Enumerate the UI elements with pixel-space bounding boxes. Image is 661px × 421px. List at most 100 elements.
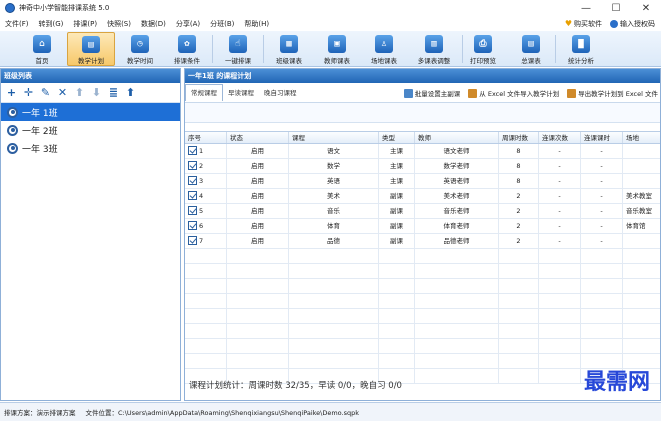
empty-cell xyxy=(581,309,623,323)
teaching-time-label: 教学时间 xyxy=(127,57,153,65)
empty-cell xyxy=(379,294,415,308)
table-row[interactable]: 5 启用 音乐 副课 音乐老师 2- - 音乐教室 xyxy=(185,204,660,219)
heart-icon: ♥ xyxy=(564,19,572,28)
enable-checkbox[interactable] xyxy=(188,206,197,215)
class-list-item[interactable]: 一年 3班 xyxy=(1,139,180,157)
table-row[interactable]: 3 启用 英语 主课 英语老师 8- - xyxy=(185,174,660,189)
enable-checkbox[interactable] xyxy=(188,191,197,200)
maximize-button[interactable]: ☐ xyxy=(601,0,631,16)
column-header[interactable]: 状态 xyxy=(227,132,289,143)
menu-schedule[interactable]: 排课(P) xyxy=(68,19,102,29)
empty-table-row xyxy=(185,294,660,309)
auth-code-label: 输入授权码 xyxy=(620,19,655,28)
column-header[interactable]: 场地 xyxy=(623,132,660,143)
move-down-icon[interactable]: ⬇ xyxy=(90,86,103,99)
venue-cell xyxy=(623,159,660,173)
table-row[interactable]: 4 启用 美术 副课 美术老师 2- - 美术教室 xyxy=(185,189,660,204)
table-row[interactable]: 6 启用 体育 副课 体育老师 2- - 体育馆 xyxy=(185,219,660,234)
column-header[interactable]: 连课课时 xyxy=(581,132,623,143)
move-top-icon[interactable]: ⬆ xyxy=(124,86,137,99)
teaching-time-button[interactable]: ◷ 教学时间 xyxy=(118,32,162,66)
delete-class-icon[interactable]: ✕ xyxy=(56,86,69,99)
statistics-label: 统计分析 xyxy=(568,57,594,65)
multi-adjust-icon: ▥ xyxy=(425,35,443,53)
empty-cell xyxy=(289,324,379,338)
teacher-cell: 品德老师 xyxy=(415,234,499,248)
auth-code-link[interactable]: 输入授权码 xyxy=(610,19,655,29)
menu-snapshot[interactable]: 快照(S) xyxy=(102,19,136,29)
table-row[interactable]: 2 启用 数学 主课 数学老师 8- - xyxy=(185,159,660,174)
sort-icon[interactable]: ≣ xyxy=(107,86,120,99)
status-cell: 启用 xyxy=(227,189,289,203)
teacher-cell: 语文老师 xyxy=(415,144,499,158)
teacher-cell: 音乐老师 xyxy=(415,204,499,218)
minimize-button[interactable]: — xyxy=(571,0,601,16)
menu-file[interactable]: 文件(F) xyxy=(0,19,34,29)
batch-set-main-button[interactable]: 批量设置主副课 xyxy=(403,88,460,98)
teacher-timetable-label: 教师课表 xyxy=(324,57,350,65)
weekly-hours-cell: 2 xyxy=(499,219,539,233)
menu-goto[interactable]: 转到(G) xyxy=(34,19,69,29)
multi-timetable-adjust-button[interactable]: ▥ 多课表调整 xyxy=(409,32,459,66)
class-name: 一年 1班 xyxy=(22,108,58,119)
empty-cell xyxy=(623,279,660,293)
course-cell: 体育 xyxy=(289,219,379,233)
master-timetable-button[interactable]: ▤ 总课表 xyxy=(514,32,548,66)
column-header[interactable]: 教师 xyxy=(415,132,499,143)
column-header[interactable]: 序号 xyxy=(185,132,227,143)
column-header[interactable]: 类型 xyxy=(379,132,415,143)
enable-checkbox[interactable] xyxy=(188,146,197,155)
teacher-timetable-button[interactable]: ▣ 教师课表 xyxy=(315,32,359,66)
empty-cell xyxy=(623,309,660,323)
main-toolbar: ⌂ 首页 ▤ 教学计划 ◷ 教学时间 ✿ 排课条件 ☝ 一键排课 ▦ 班级课表 … xyxy=(0,31,661,67)
row-number-cell: 3 xyxy=(185,174,227,188)
move-up-icon[interactable]: ⬆ xyxy=(73,86,86,99)
class-list-item[interactable]: 一年 2班 xyxy=(1,121,180,139)
import-excel-button[interactable]: 从 Excel 文件导入教学计划 xyxy=(468,88,559,98)
teacher-cell: 数学老师 xyxy=(415,159,499,173)
table-row[interactable]: 7 启用 品德 副课 品德老师 2- - xyxy=(185,234,660,249)
table-header: 序号 状态 课程 类型 教师 周课时数 连课次数 连课课时 场地 xyxy=(185,131,660,144)
class-timetable-button[interactable]: ▦ 班级课表 xyxy=(267,32,311,66)
consecutive-times-cell: - xyxy=(539,174,581,188)
enable-checkbox[interactable] xyxy=(188,236,197,245)
one-click-schedule-button[interactable]: ☝ 一键排课 xyxy=(216,32,260,66)
statistics-button[interactable]: ▇ 统计分析 xyxy=(561,32,601,66)
venue-cell xyxy=(623,144,660,158)
export-excel-button[interactable]: 导出教学计划到 Excel 文件 xyxy=(567,88,658,98)
row-number-cell: 6 xyxy=(185,219,227,233)
table-row[interactable]: 1 启用 语文 主课 语文老师 8- - xyxy=(185,144,660,159)
column-header[interactable]: 周课时数 xyxy=(499,132,539,143)
column-header[interactable]: 连课次数 xyxy=(539,132,581,143)
enable-checkbox[interactable] xyxy=(188,161,197,170)
buy-software-link[interactable]: ♥ 购买软件 xyxy=(565,19,602,29)
empty-cell xyxy=(379,279,415,293)
schedule-conditions-button[interactable]: ✿ 排课条件 xyxy=(165,32,209,66)
empty-cell xyxy=(499,309,539,323)
home-button[interactable]: ⌂ 首页 xyxy=(26,32,58,66)
close-button[interactable]: ✕ xyxy=(631,0,661,16)
row-number: 3 xyxy=(199,177,204,185)
enable-checkbox[interactable] xyxy=(188,176,197,185)
tab-evening-study[interactable]: 晚自习课程 xyxy=(259,85,302,101)
menu-data[interactable]: 数据(D) xyxy=(136,19,171,29)
print-preview-button[interactable]: ⎙ 打印预览 xyxy=(466,32,500,66)
batch-add-class-icon[interactable]: ✛ xyxy=(22,86,35,99)
menu-divide-class[interactable]: 分班(B) xyxy=(205,19,239,29)
enable-checkbox[interactable] xyxy=(188,221,197,230)
tab-regular-courses[interactable]: 常规课程 xyxy=(185,84,223,101)
add-class-icon[interactable]: + xyxy=(5,86,18,99)
empty-cell xyxy=(379,324,415,338)
empty-cell xyxy=(289,264,379,278)
menu-help[interactable]: 帮助(H) xyxy=(239,19,274,29)
edit-class-icon[interactable]: ✎ xyxy=(39,86,52,99)
class-list-item[interactable]: 一年 1班 xyxy=(1,103,180,121)
tab-morning-reading[interactable]: 早读课程 xyxy=(223,85,259,101)
teaching-plan-button[interactable]: ▤ 教学计划 xyxy=(67,32,115,66)
column-header[interactable]: 课程 xyxy=(289,132,379,143)
condition-icon: ✿ xyxy=(178,35,196,53)
empty-cell xyxy=(415,339,499,353)
course-tab-bar: 常规课程 早读课程 晚自习课程 批量设置主副课 从 Excel 文件导入教学计划… xyxy=(185,83,660,103)
venue-timetable-button[interactable]: ♙ 场地课表 xyxy=(362,32,406,66)
menu-share[interactable]: 分享(A) xyxy=(171,19,205,29)
